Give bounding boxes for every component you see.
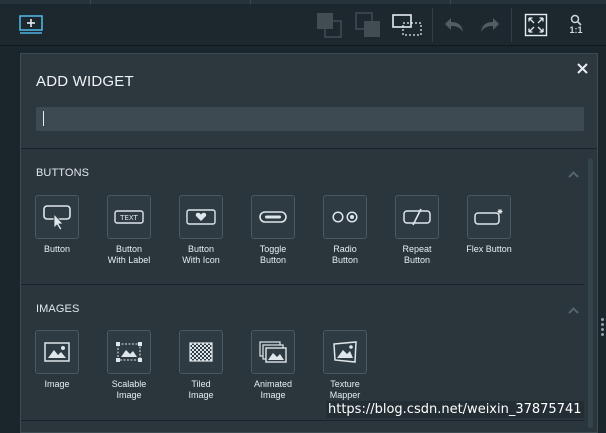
collapse-images-button[interactable] [567,305,579,315]
tile-label: Button With Label [107,244,151,265]
redo-icon [481,17,499,32]
text-caret [43,111,44,126]
widget-tile-button-with-icon[interactable]: Button With Icon [169,195,233,266]
image-icon [44,342,70,362]
radio-button-icon [332,211,358,223]
widget-tile-radio-button[interactable]: Radio Button [313,195,377,266]
widget-tile-texture-mapper[interactable]: Texture Mapper [313,330,377,401]
close-icon [576,62,588,74]
toggle-button-icon [259,211,287,223]
texture-mapper-icon [333,341,357,363]
panel-resize-grip[interactable] [601,318,604,338]
buttons-section: BUTTONS Button TEXT Button With Label Bu… [21,149,584,284]
widget-list-scrollbar[interactable] [588,158,593,428]
tile-label: Toggle Button [259,244,287,265]
widget-tile-tiled-image[interactable]: Tiled Image [169,330,233,401]
scalable-image-icon [116,342,142,362]
undo-button[interactable] [438,4,470,45]
arrange-layers-button[interactable] [389,4,425,45]
add-widget-dialog: ADD WIDGET BUTTONS Button TEXT Button Wi… [20,53,598,433]
widget-tile-button[interactable]: Button [25,195,89,255]
fit-to-screen-icon [524,13,548,36]
widget-tile-flex-button[interactable]: Flex Button [457,195,521,255]
section-title-buttons[interactable]: BUTTONS [36,167,89,179]
send-backward-icon [355,11,380,37]
add-widget-button[interactable] [14,4,48,45]
widget-search-input[interactable] [36,107,584,131]
tiled-image-icon [189,342,213,362]
section-title-images[interactable]: IMAGES [36,303,79,315]
send-backward-button[interactable] [351,4,385,45]
bring-forward-icon [317,12,342,38]
designer-toolbar: 1:1 [0,4,606,46]
chevron-up-icon [567,306,579,314]
tile-label: Radio Button [331,244,359,265]
tile-label: Texture Mapper [329,379,361,400]
widget-tile-toggle-button[interactable]: Toggle Button [241,195,305,266]
widget-tile-repeat-button[interactable]: Repeat Button [385,195,449,266]
section-divider [21,420,584,421]
zoom-actual-size-button[interactable]: 1:1 [560,4,592,45]
button-with-label-icon-text: TEXT [119,214,138,222]
tile-label: Animated Image [253,379,293,400]
chevron-up-icon [567,170,579,178]
tile-label: Button With Icon [182,244,220,265]
widget-tile-scalable-image[interactable]: Scalable Image [97,330,161,401]
flex-button-icon [474,209,503,225]
button-with-icon-icon [186,209,216,225]
bring-forward-button[interactable] [312,4,346,45]
fit-to-screen-button[interactable] [518,4,554,45]
widget-tile-image[interactable]: Image [25,330,89,390]
close-button[interactable] [574,60,590,76]
widget-tile-animated-image[interactable]: Animated Image [241,330,305,401]
tile-label: Tiled Image [188,379,214,400]
button-with-label-icon: TEXT [114,210,144,224]
tile-label: Image [44,379,70,389]
add-widget-icon [19,15,43,34]
repeat-button-icon [403,208,431,226]
tile-label: Scalable Image [111,379,147,400]
tile-label: Repeat Button [402,244,432,265]
watermark-text: https://blog.csdn.net/weixin_37875741 [326,401,584,418]
undo-icon [445,17,463,32]
zoom-level-label: 1:1 [569,25,583,35]
collapse-buttons-button[interactable] [567,169,579,179]
tile-label: Button [43,244,71,254]
tile-label: Flex Button [466,244,512,254]
button-icon [43,205,71,231]
animated-image-icon [259,341,287,363]
dialog-title: ADD WIDGET [36,73,134,90]
dialog-header: ADD WIDGET [21,54,597,149]
arrange-layers-icon [392,13,422,36]
widget-tile-button-with-label[interactable]: TEXT Button With Label [97,195,161,266]
redo-button[interactable] [474,4,506,45]
